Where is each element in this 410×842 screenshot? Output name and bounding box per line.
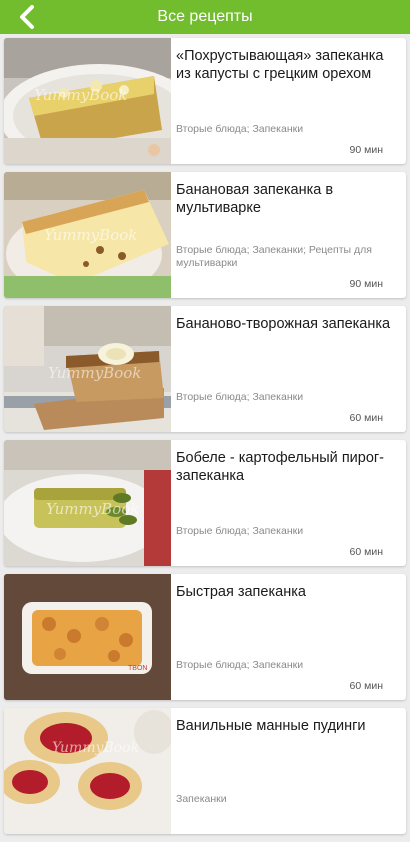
recipe-time: 60 мин	[349, 412, 383, 424]
recipe-info: Банановая запеканка в мультиварке Вторые…	[176, 172, 406, 298]
recipe-list[interactable]: YummyBook «Похрустывающая» запеканка из …	[4, 38, 406, 842]
recipe-title: Ванильные манные пудинги	[176, 718, 366, 734]
recipe-title: Бобеле - картофельный пирог- запеканка	[176, 450, 385, 484]
svg-text:YummyBook: YummyBook	[52, 740, 139, 756]
recipe-photo: TBON	[4, 574, 171, 700]
recipe-info: Бананово-творожная запеканка Вторые блюд…	[176, 306, 406, 432]
recipe-card[interactable]: YummyBook «Похрустывающая» запеканка из …	[4, 38, 406, 164]
recipe-category: Вторые блюда; Запеканки	[176, 659, 304, 671]
recipe-title: «Похрустывающая» запеканка из капусты с …	[176, 48, 384, 82]
recipe-time: 60 мин	[349, 680, 383, 692]
svg-text:YummyBook: YummyBook	[48, 364, 141, 382]
recipe-info: Ванильные манные пудинги Запеканки	[176, 708, 406, 834]
svg-text:TBON: TBON	[128, 665, 147, 672]
recipe-photo: YummyBook	[4, 172, 171, 298]
app-bar: Все рецепты	[0, 0, 410, 34]
recipe-time: 60 мин	[349, 546, 383, 558]
recipe-card[interactable]: YummyBook Ванильные манные пудинги Запек…	[4, 708, 406, 834]
recipe-title: Бананово-творожная запеканка	[176, 316, 391, 332]
recipe-card[interactable]: YummyBook Бобеле - картофельный пирог- з…	[4, 440, 406, 566]
page-title: Все рецепты	[157, 8, 253, 25]
recipe-info: Быстрая запеканка Вторые блюда; Запеканк…	[176, 574, 406, 700]
recipe-time: 90 мин	[349, 278, 383, 290]
svg-text:YummyBook: YummyBook	[46, 500, 139, 518]
recipe-photo: YummyBook	[4, 306, 171, 432]
recipe-title: Быстрая запеканка	[176, 584, 306, 600]
recipe-info: Бобеле - картофельный пирог- запеканка В…	[176, 440, 406, 566]
svg-text:YummyBook: YummyBook	[44, 226, 137, 244]
recipe-time: 90 мин	[349, 144, 383, 156]
recipe-category: Вторые блюда; Запеканки; Рецепты для мул…	[176, 244, 372, 269]
recipe-card[interactable]: TBON Быстрая запеканка Вторые блюда; Зап…	[4, 574, 406, 700]
recipe-card[interactable]: YummyBook Бананово-творожная запеканка В…	[4, 306, 406, 432]
recipe-photo: YummyBook	[4, 440, 171, 566]
svg-text:YummyBook: YummyBook	[34, 86, 127, 104]
recipe-photo: YummyBook	[4, 38, 171, 164]
recipe-card[interactable]: YummyBook Банановая запеканка в мультива…	[4, 172, 406, 298]
recipe-info: «Похрустывающая» запеканка из капусты с …	[176, 38, 406, 164]
recipe-title: Банановая запеканка в мультиварке	[176, 182, 334, 216]
recipe-category: Вторые блюда; Запеканки	[176, 391, 304, 403]
recipe-category: Вторые блюда; Запеканки	[176, 123, 304, 135]
recipe-photo: YummyBook	[4, 708, 171, 834]
recipe-category: Вторые блюда; Запеканки	[176, 525, 304, 537]
